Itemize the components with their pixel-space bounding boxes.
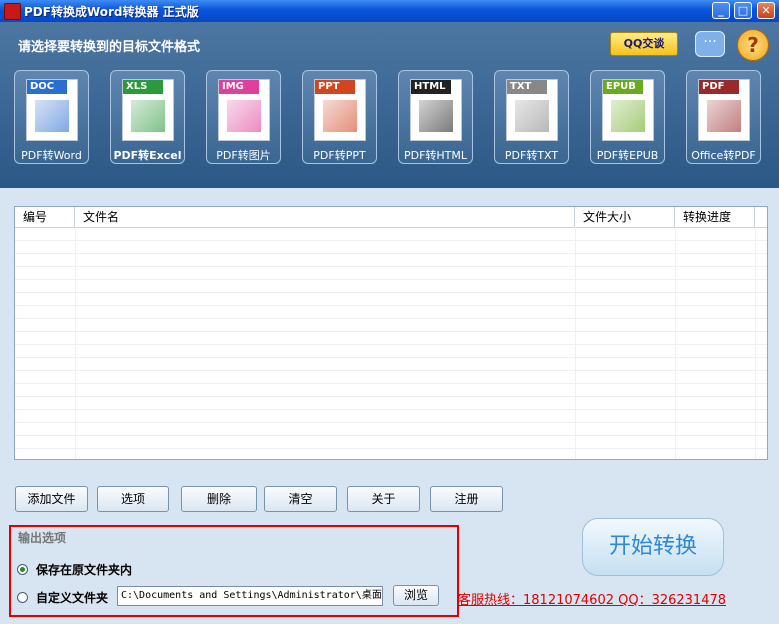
column-header-progress[interactable]: 转换进度 [675, 207, 755, 227]
format-tile-doc[interactable]: DOC PDF转Word [14, 70, 89, 164]
minimize-button[interactable]: _ [712, 2, 730, 19]
format-art [227, 100, 261, 132]
delete-button[interactable]: 删除 [181, 486, 257, 512]
grid-row-line [15, 422, 767, 423]
format-tag: PPT [315, 80, 355, 94]
start-convert-button[interactable]: 开始转换 [582, 518, 724, 576]
html-document-icon: HTML [410, 79, 462, 141]
about-button[interactable]: 关于 [347, 486, 420, 512]
format-art [515, 100, 549, 132]
register-button[interactable]: 注册 [430, 486, 503, 512]
format-label: PDF转EPUB [596, 149, 659, 162]
keep-original-radio[interactable] [17, 564, 28, 575]
format-header: 请选择要转换到的目标文件格式 QQ交谈 ··· ? DOC PDF转Word XLS… [0, 22, 779, 188]
help-icon[interactable]: ? [737, 29, 769, 61]
file-list-table[interactable]: 编号 文件名 文件大小 转换进度 [14, 206, 768, 460]
close-button[interactable]: ✕ [757, 2, 775, 19]
custom-folder-radio[interactable] [17, 592, 28, 603]
pdf-document-icon: PDF [698, 79, 750, 141]
output-options-group: 输出选项 保存在原文件夹内 自定义文件夹 C:\Documents and Se… [9, 525, 459, 617]
grid-row-line [15, 305, 767, 306]
grid-column-line [755, 227, 756, 459]
radio-selected-dot [20, 567, 25, 572]
minimize-icon: _ [718, 4, 724, 17]
title-bar: PDF转换成Word转换器 正式版 _ □ ✕ [0, 0, 779, 22]
format-label: PDF转PPT [313, 149, 366, 162]
grid-row-line [15, 318, 767, 319]
grid-row-line [15, 435, 767, 436]
column-header-number[interactable]: 编号 [15, 207, 75, 227]
epub-document-icon: EPUB [602, 79, 654, 141]
grid-row-line [15, 370, 767, 371]
format-label: PDF转图片 [216, 149, 271, 162]
column-header-filename[interactable]: 文件名 [75, 207, 575, 227]
grid-row-line [15, 344, 767, 345]
options-button[interactable]: 选项 [97, 486, 169, 512]
grid-row-line [15, 357, 767, 358]
xls-document-icon: XLS [122, 79, 174, 141]
format-tile-html[interactable]: HTML PDF转HTML [398, 70, 473, 164]
format-art [611, 100, 645, 132]
format-label: PDF转TXT [504, 149, 559, 162]
format-tag: PDF [699, 80, 739, 94]
grid-row-line [15, 396, 767, 397]
grid-column-line [75, 227, 76, 459]
keep-original-label[interactable]: 保存在原文件夹内 [36, 561, 132, 578]
format-tile-xls[interactable]: XLS PDF转Excel [110, 70, 185, 164]
support-hotline[interactable]: 客服热线：18121074602 QQ：326231478 [458, 589, 726, 608]
file-list-header: 编号 文件名 文件大小 转换进度 [15, 207, 767, 228]
grid-column-line [675, 227, 676, 459]
grid-row-line [15, 279, 767, 280]
grid-row-line [15, 292, 767, 293]
qq-chat-label: QQ交谈 [623, 37, 665, 50]
qq-chat-button[interactable]: QQ交谈 [610, 32, 678, 56]
maximize-button[interactable]: □ [734, 2, 752, 19]
format-tile-ppt[interactable]: PPT PDF转PPT [302, 70, 377, 164]
format-tag: TXT [507, 80, 547, 94]
grid-row-line [15, 331, 767, 332]
maximize-icon: □ [737, 4, 749, 17]
column-header-filesize[interactable]: 文件大小 [575, 207, 675, 227]
output-options-title: 输出选项 [18, 531, 67, 545]
format-prompt: 请选择要转换到的目标文件格式 [18, 40, 201, 55]
output-path-field[interactable]: C:\Documents and Settings\Administrator\… [117, 586, 383, 606]
app-icon [4, 3, 21, 20]
format-tag: DOC [27, 80, 67, 94]
close-icon: ✕ [761, 4, 771, 17]
grid-row-line [15, 240, 767, 241]
format-label: Office转PDF [691, 149, 756, 162]
grid-row-line [15, 409, 767, 410]
format-label: PDF转Word [21, 149, 82, 162]
browse-button[interactable]: 浏览 [393, 585, 439, 606]
format-label: PDF转HTML [403, 149, 468, 162]
add-file-button[interactable]: 添加文件 [15, 486, 88, 512]
clear-button[interactable]: 清空 [264, 486, 337, 512]
chat-bubble-icon[interactable]: ··· [695, 31, 725, 57]
format-tile-img[interactable]: IMG PDF转图片 [206, 70, 281, 164]
grid-row-line [15, 266, 767, 267]
format-art [323, 100, 357, 132]
format-tile-epub[interactable]: EPUB PDF转EPUB [590, 70, 665, 164]
txt-document-icon: TXT [506, 79, 558, 141]
custom-folder-label[interactable]: 自定义文件夹 [36, 589, 108, 606]
format-art [35, 100, 69, 132]
format-art [707, 100, 741, 132]
grid-row-line [15, 383, 767, 384]
format-tag: XLS [123, 80, 163, 94]
format-label: PDF转Excel [113, 149, 182, 162]
format-art [419, 100, 453, 132]
format-art [131, 100, 165, 132]
grid-row-line [15, 448, 767, 449]
img-document-icon: IMG [218, 79, 270, 141]
format-tag: EPUB [603, 80, 643, 94]
format-tile-txt[interactable]: TXT PDF转TXT [494, 70, 569, 164]
grid-column-line [575, 227, 576, 459]
grid-row-line [15, 253, 767, 254]
doc-document-icon: DOC [26, 79, 78, 141]
format-tile-pdf[interactable]: PDF Office转PDF [686, 70, 761, 164]
window-title: PDF转换成Word转换器 正式版 [24, 5, 199, 19]
format-tag: IMG [219, 80, 259, 94]
format-tag: HTML [411, 80, 451, 94]
ppt-document-icon: PPT [314, 79, 366, 141]
